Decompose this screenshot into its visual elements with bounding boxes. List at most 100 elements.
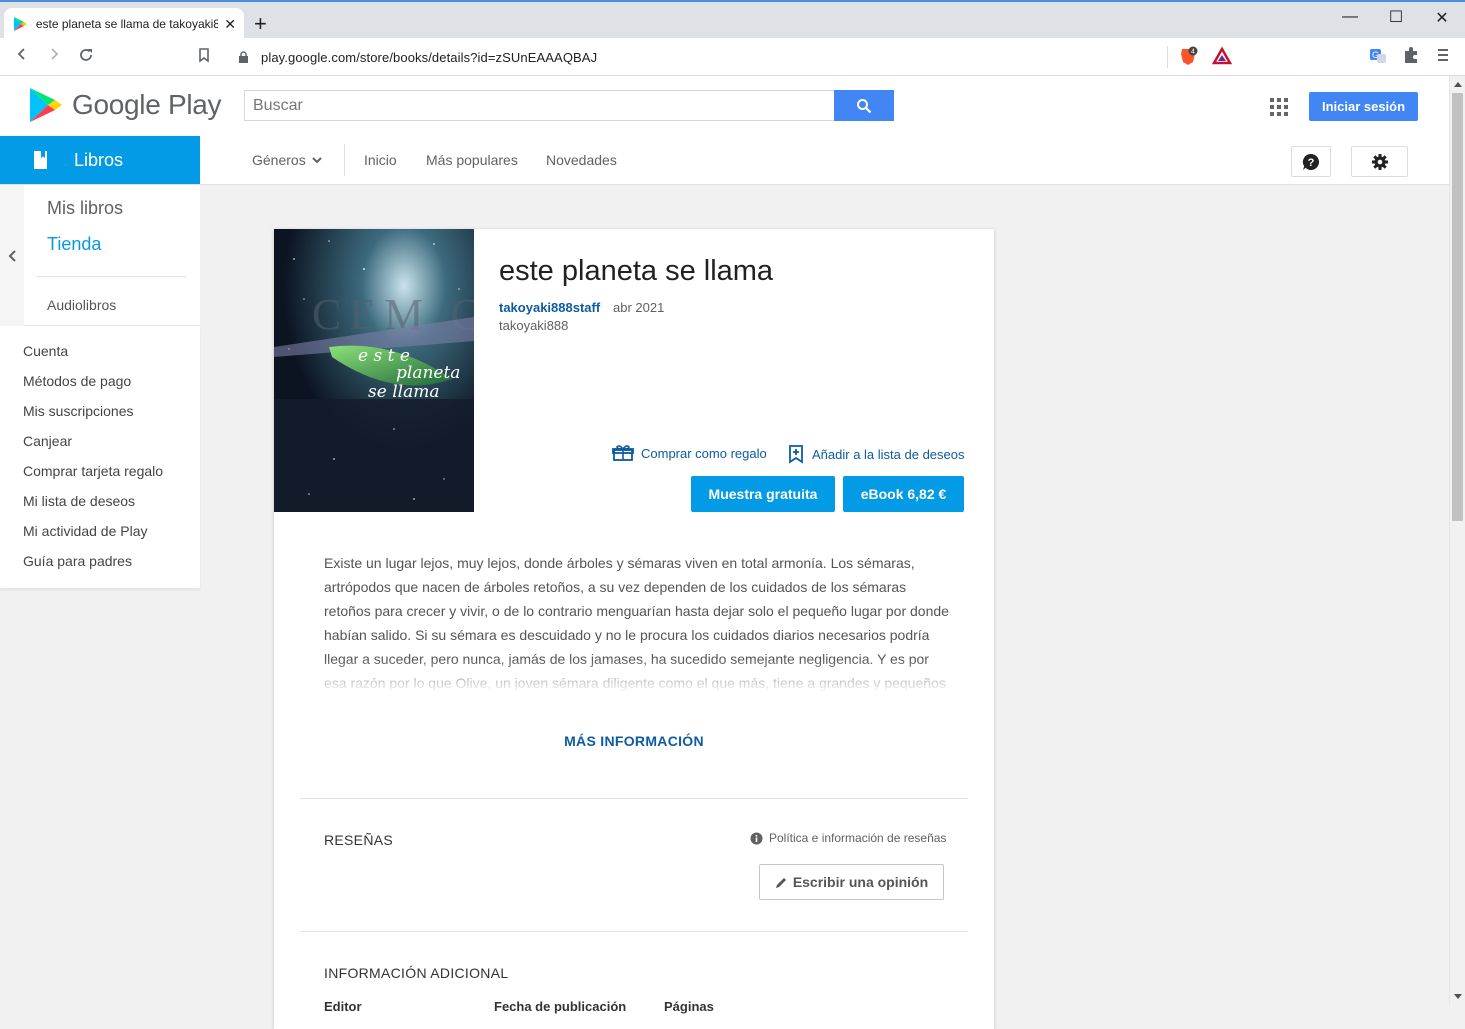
books-section-tab[interactable]: Libros <box>0 136 200 184</box>
write-review-button[interactable]: Escribir una opinión <box>759 864 944 900</box>
search-button[interactable] <box>834 90 894 121</box>
sidebar-store[interactable]: Tienda <box>47 234 101 255</box>
chevron-left-icon <box>8 249 16 262</box>
menu-icon[interactable] <box>1433 46 1453 66</box>
bookmark-icon[interactable] <box>194 47 214 67</box>
scroll-down-icon[interactable] <box>1451 989 1465 1003</box>
svg-text:planeta: planeta <box>396 363 460 383</box>
gift-icon <box>612 445 634 461</box>
sidebar-item-account[interactable]: Cuenta <box>0 340 200 370</box>
wishlist-link[interactable]: Añadir a la lista de deseos <box>788 444 964 464</box>
google-play-logo[interactable]: Google Play <box>28 86 222 124</box>
svg-text:4: 4 <box>1191 49 1195 56</box>
nav-genres[interactable]: Géneros <box>252 152 322 168</box>
help-button[interactable]: ? <box>1291 146 1331 177</box>
brave-shield-icon[interactable]: 4 <box>1178 46 1198 66</box>
help-icon: ? <box>1302 153 1320 170</box>
play-logo-icon <box>30 88 62 122</box>
scroll-up-icon[interactable] <box>1451 78 1465 92</box>
review-policy-link[interactable]: Política e información de reseñas <box>750 831 946 845</box>
apps-grid-icon[interactable] <box>1270 98 1288 116</box>
reviews-heading: RESEÑAS <box>324 832 394 848</box>
page-scrollbar[interactable] <box>1449 76 1465 1005</box>
description-fade <box>324 659 954 693</box>
more-info-link[interactable]: MÁS INFORMACIÓN <box>274 733 994 749</box>
browser-titlebar: este planeta se llama de takoyaki888staf… <box>0 0 1465 40</box>
write-review-label: Escribir una opinión <box>792 874 929 890</box>
scrollbar-thumb[interactable] <box>1452 93 1463 521</box>
info-label-publication-date: Fecha de publicación <box>494 999 627 1014</box>
logo-text: Google Play <box>72 89 222 120</box>
svg-text:?: ? <box>1308 157 1315 169</box>
search-input[interactable] <box>245 91 833 120</box>
book-author-link[interactable]: takoyaki888staff <box>499 300 600 315</box>
chevron-down-icon <box>311 157 322 164</box>
sidebar-divider <box>37 276 186 277</box>
book-details-card: CEM CO OLY e s t e planeta se llama este… <box>274 229 994 1029</box>
extensions-icon[interactable] <box>1401 46 1421 66</box>
gear-icon <box>1371 153 1388 170</box>
review-policy-label: Política e información de reseñas <box>769 831 947 845</box>
bookmark-plus-icon <box>789 445 803 464</box>
tab-close-icon[interactable]: ✕ <box>224 16 236 33</box>
book-cover-art: CEM CO OLY e s t e planeta se llama <box>274 229 474 512</box>
buy-ebook-button[interactable]: eBook 6,82 € <box>843 476 964 512</box>
book-date: abr 2021 <box>613 300 665 315</box>
left-sidebar: Mis libros Tienda Audiolibros Cuenta Mét… <box>0 185 200 589</box>
browser-tab[interactable]: este planeta se llama de takoyaki888staf… <box>4 8 244 40</box>
nav-divider <box>344 144 345 176</box>
translate-icon[interactable]: G <box>1368 46 1388 66</box>
maximize-button[interactable]: ☐ <box>1386 7 1406 27</box>
category-nav: Libros Géneros Inicio Más populares Nove… <box>0 136 1449 185</box>
sidebar-item-play-activity[interactable]: Mi actividad de Play <box>0 520 200 550</box>
lock-icon <box>239 50 248 63</box>
new-tab-button[interactable]: + <box>254 12 267 36</box>
info-icon <box>750 832 763 844</box>
tab-title: este planeta se llama de takoyaki888staf… <box>35 17 219 31</box>
nav-genres-label: Géneros <box>252 152 306 168</box>
minimize-button[interactable]: — <box>1340 8 1360 26</box>
url-text: play.google.com/store/books/details?id=z… <box>261 49 598 65</box>
settings-button[interactable] <box>1351 146 1408 177</box>
sidebar-collapse-button[interactable] <box>0 185 24 326</box>
sidebar-item-buy-gift-card[interactable]: Comprar tarjeta regalo <box>0 460 200 490</box>
wishlist-label: Añadir a la lista de deseos <box>812 446 965 462</box>
pencil-icon <box>775 877 786 888</box>
books-section-label: Libros <box>74 149 124 170</box>
gift-link[interactable]: Comprar como regalo <box>612 444 767 462</box>
reload-icon[interactable] <box>76 47 96 67</box>
free-sample-button[interactable]: Muestra gratuita <box>691 476 835 512</box>
nav-new-releases[interactable]: Novedades <box>546 152 617 168</box>
browser-toolbar: play.google.com/store/books/details?id=z… <box>0 38 1465 76</box>
brave-rewards-icon[interactable] <box>1211 46 1233 66</box>
section-divider <box>300 798 968 799</box>
book-publisher: takoyaki888 <box>499 318 569 333</box>
book-title: este planeta se llama <box>499 255 774 287</box>
info-label-publisher: Editor <box>324 999 362 1014</box>
sidebar-item-subscriptions[interactable]: Mis suscripciones <box>0 400 200 430</box>
close-window-button[interactable]: ✕ <box>1432 8 1452 28</box>
sidebar-item-redeem[interactable]: Canjear <box>0 430 200 460</box>
nav-home[interactable]: Inicio <box>364 152 397 168</box>
address-bar[interactable]: play.google.com/store/books/details?id=z… <box>226 43 1240 71</box>
sidebar-item-payment-methods[interactable]: Métodos de pago <box>0 370 200 400</box>
signin-button[interactable]: Iniciar sesión <box>1309 92 1418 121</box>
back-icon[interactable] <box>12 47 32 67</box>
search-box <box>244 90 894 121</box>
sidebar-primary: Mis libros Tienda Audiolibros <box>0 185 200 326</box>
book-icon <box>34 151 47 169</box>
nav-top-charts[interactable]: Más populares <box>426 152 518 168</box>
section-divider <box>300 931 968 932</box>
sidebar-my-books[interactable]: Mis libros <box>47 198 123 219</box>
sidebar-item-parent-guide[interactable]: Guía para padres <box>0 550 200 580</box>
sidebar-item-wishlist[interactable]: Mi lista de deseos <box>0 490 200 520</box>
sidebar-audiobooks[interactable]: Audiolibros <box>47 297 116 313</box>
gift-label: Comprar como regalo <box>641 445 767 461</box>
additional-info-heading: INFORMACIÓN ADICIONAL <box>324 965 509 981</box>
toolbar-divider <box>1167 46 1168 68</box>
book-cover[interactable]: CEM CO OLY e s t e planeta se llama <box>274 229 474 512</box>
play-header: Google Play Iniciar sesión <box>0 76 1449 136</box>
forward-icon[interactable] <box>44 47 64 67</box>
sidebar-account-links: Cuenta Métodos de pago Mis suscripciones… <box>0 326 200 589</box>
info-label-pages: Páginas <box>664 999 714 1014</box>
